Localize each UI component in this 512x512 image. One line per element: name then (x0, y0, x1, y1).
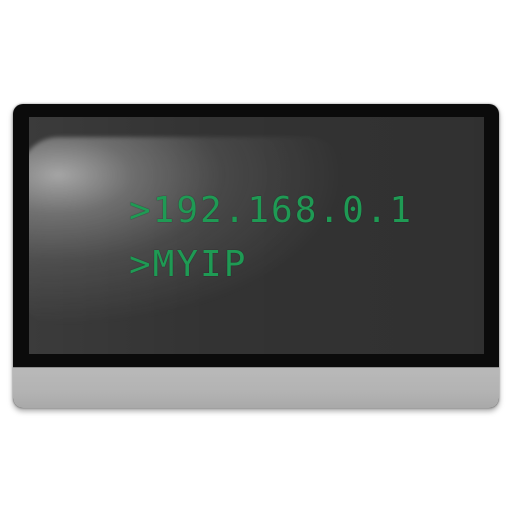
monitor-icon: >192.168.0.1 >MYIP (13, 104, 499, 408)
screen-glare (29, 137, 349, 327)
monitor-chin (13, 367, 499, 408)
terminal-line-ip: >192.168.0.1 (129, 190, 414, 231)
monitor-screen: >192.168.0.1 >MYIP (29, 117, 484, 354)
screen-shading (29, 117, 484, 354)
terminal-line-myip: >MYIP (129, 244, 248, 285)
